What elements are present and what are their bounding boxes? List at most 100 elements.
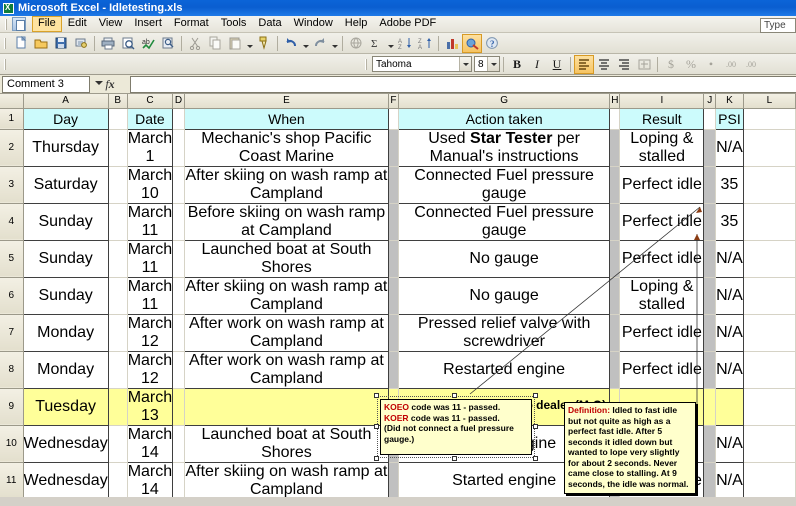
cell-j[interactable] xyxy=(704,462,716,497)
undo-icon[interactable] xyxy=(281,34,301,53)
cell-action-taken[interactable]: Connected Fuel pressure gauge xyxy=(398,166,610,203)
cell-d[interactable] xyxy=(173,277,185,314)
row-header-9[interactable]: 9 xyxy=(0,388,23,425)
cell-result[interactable]: Perfect idle xyxy=(620,240,704,277)
column-header-f[interactable]: F xyxy=(389,94,399,108)
cell-b[interactable] xyxy=(108,388,127,425)
header-when[interactable]: When xyxy=(184,108,388,129)
menu-item-format[interactable]: Format xyxy=(168,16,215,32)
cell-action-taken[interactable]: Used Star Tester per Manual's instructio… xyxy=(398,129,610,166)
decrease-decimal-button[interactable]: .00 xyxy=(741,55,761,74)
cell-action-taken[interactable]: No gauge xyxy=(398,277,610,314)
cell-l[interactable] xyxy=(743,129,795,166)
cell-b[interactable] xyxy=(108,203,127,240)
menu-item-view[interactable]: View xyxy=(93,16,129,32)
cell-date[interactable]: March 13 xyxy=(127,388,172,425)
format-painter-icon[interactable] xyxy=(254,34,274,53)
autosum-sigma-icon[interactable]: Σ xyxy=(366,34,386,53)
cell-result[interactable]: Perfect idle xyxy=(620,314,704,351)
cell-d[interactable] xyxy=(173,166,185,203)
cell-when[interactable]: Before skiing on wash ramp at Campland xyxy=(184,203,388,240)
cell-psi[interactable]: N/A xyxy=(715,351,743,388)
cell-j[interactable] xyxy=(704,314,716,351)
cell-day[interactable]: Tuesday xyxy=(23,388,108,425)
cell-h[interactable] xyxy=(610,314,620,351)
spellcheck-icon[interactable]: ab xyxy=(138,34,158,53)
sort-descending-icon[interactable]: ZA xyxy=(415,34,435,53)
cell-f[interactable] xyxy=(389,277,399,314)
cell-l[interactable] xyxy=(743,240,795,277)
cell-day[interactable]: Saturday xyxy=(23,166,108,203)
column-header-j[interactable]: J xyxy=(704,94,716,108)
cell-l[interactable] xyxy=(743,351,795,388)
header-action-taken[interactable]: Action taken xyxy=(398,108,610,129)
resize-handle-e[interactable] xyxy=(533,424,538,429)
hyperlink-icon[interactable] xyxy=(346,34,366,53)
cell-b[interactable] xyxy=(108,129,127,166)
cell-psi[interactable]: N/A xyxy=(715,425,743,462)
cell-l[interactable] xyxy=(743,277,795,314)
header-day[interactable]: Day xyxy=(23,108,108,129)
cell-b1[interactable] xyxy=(108,108,127,129)
select-all-corner[interactable] xyxy=(0,94,23,108)
save-icon[interactable] xyxy=(51,34,71,53)
cell-j[interactable] xyxy=(704,129,716,166)
cell-f[interactable] xyxy=(389,314,399,351)
font-name-box[interactable]: Tahoma xyxy=(372,56,472,72)
cell-when[interactable]: After work on wash ramp at Campland xyxy=(184,351,388,388)
cell-day[interactable]: Sunday xyxy=(23,277,108,314)
cell-f[interactable] xyxy=(389,203,399,240)
cell-day[interactable]: Wednesday xyxy=(23,462,108,497)
cell-b[interactable] xyxy=(108,351,127,388)
cell-psi[interactable]: N/A xyxy=(715,129,743,166)
menu-item-file[interactable]: File xyxy=(32,16,62,32)
cell-action-taken[interactable]: Pressed relief valve with screwdriver xyxy=(398,314,610,351)
cell-psi[interactable]: N/A xyxy=(715,314,743,351)
cell-day[interactable]: Sunday xyxy=(23,240,108,277)
permission-icon[interactable] xyxy=(71,34,91,53)
row-header-5[interactable]: 5 xyxy=(0,240,23,277)
cell-psi[interactable]: 35 xyxy=(715,203,743,240)
cell-when[interactable]: Mechanic's shop Pacific Coast Marine xyxy=(184,129,388,166)
italic-button[interactable]: I xyxy=(527,55,547,74)
currency-style-button[interactable]: $ xyxy=(661,55,681,74)
cell-b[interactable] xyxy=(108,462,127,497)
cell-when[interactable]: After skiing on wash ramp at Campland xyxy=(184,166,388,203)
cut-scissors-icon[interactable] xyxy=(185,34,205,53)
cell-when[interactable]: Launched boat at South Shores xyxy=(184,425,388,462)
cell-h[interactable] xyxy=(610,240,620,277)
resize-handle-ne[interactable] xyxy=(533,393,538,398)
cell-h[interactable] xyxy=(610,129,620,166)
header-result[interactable]: Result xyxy=(620,108,704,129)
cell-d[interactable] xyxy=(173,462,185,497)
cell-l1[interactable] xyxy=(743,108,795,129)
cell-j[interactable] xyxy=(704,203,716,240)
font-name-dropdown-icon[interactable] xyxy=(459,57,471,71)
header-psi[interactable]: PSI xyxy=(715,108,743,129)
copy-icon[interactable] xyxy=(205,34,225,53)
cell-date[interactable]: March 11 xyxy=(127,277,172,314)
cell-day[interactable]: Monday xyxy=(23,351,108,388)
new-document-icon[interactable] xyxy=(11,34,31,53)
cell-b[interactable] xyxy=(108,425,127,462)
cell-when[interactable]: After work on wash ramp at Campland xyxy=(184,314,388,351)
cell-h1[interactable] xyxy=(610,108,620,129)
cell-date[interactable]: March 14 xyxy=(127,462,172,497)
ask-a-question-box[interactable]: Type xyxy=(760,18,796,33)
cell-psi[interactable]: N/A xyxy=(715,240,743,277)
cell-b[interactable] xyxy=(108,277,127,314)
cell-h[interactable] xyxy=(610,351,620,388)
cell-f[interactable] xyxy=(389,129,399,166)
column-header-l[interactable]: L xyxy=(743,94,795,108)
cell-action-taken[interactable]: No gauge xyxy=(398,240,610,277)
formatbar-gripper[interactable] xyxy=(2,58,8,71)
cell-result[interactable]: Loping & stalled xyxy=(620,277,704,314)
redo-icon[interactable] xyxy=(310,34,330,53)
cell-j[interactable] xyxy=(704,388,716,425)
merge-and-center-icon[interactable] xyxy=(634,55,654,74)
resize-handle-w[interactable] xyxy=(374,424,379,429)
cell-d[interactable] xyxy=(173,425,185,462)
cell-d1[interactable] xyxy=(173,108,185,129)
column-header-i[interactable]: I xyxy=(620,94,704,108)
cell-l[interactable] xyxy=(743,425,795,462)
